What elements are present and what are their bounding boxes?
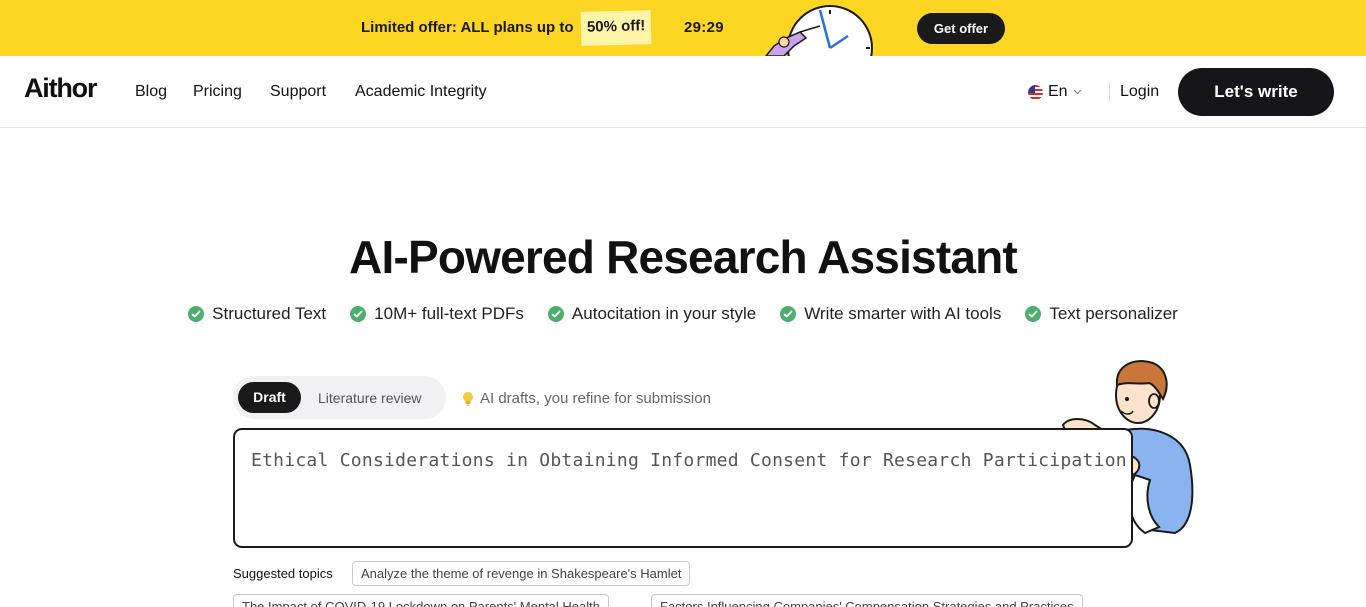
check-circle-icon [547,306,564,322]
feature-label: Write smarter with AI tools [804,304,1002,323]
feature-label: 10M+ full-text PDFs [374,304,524,323]
feature-item: Write smarter with AI tools [780,304,1001,324]
lets-write-button[interactable]: Let's write [1178,68,1334,116]
get-offer-button[interactable]: Get offer [917,13,1005,44]
nav-divider [1109,82,1110,102]
check-circle-icon [188,306,205,322]
hint-text: AI drafts, you refine for submission [480,390,711,407]
promo-banner: Limited offer: ALL plans up to 50% off! … [0,0,1366,56]
language-label: En [1048,83,1068,100]
language-selector[interactable]: En [1028,82,1082,102]
feature-label: Text personalizer [1049,304,1178,323]
topic-input-value: Ethical Considerations in Obtaining Info… [251,450,1127,471]
nav-link-pricing[interactable]: Pricing [193,83,242,101]
check-circle-icon [1025,306,1042,322]
offer-text: Limited offer: ALL plans up to [361,19,574,36]
tab-literature-review[interactable]: Literature review [318,390,422,406]
topic-chip[interactable]: The Impact of COVID-19 Lockdown on Paren… [233,594,609,607]
feature-label: Structured Text [212,304,327,323]
feature-label: Autocitation in your style [571,304,757,323]
nav-link-academic-integrity[interactable]: Academic Integrity [355,83,487,101]
login-link[interactable]: Login [1120,83,1159,101]
us-flag-icon [1028,84,1043,100]
countdown-timer: 29:29 [684,19,724,36]
suggested-topics-label: Suggested topics [233,566,333,581]
clock-icon [765,5,873,56]
topic-chip[interactable]: Analyze the theme of revenge in Shakespe… [352,561,691,586]
nav-link-blog[interactable]: Blog [135,83,167,101]
mode-tabs: Draft Literature review [233,376,446,419]
logo[interactable]: Aithor [24,73,98,104]
feature-item: Autocitation in your style [547,304,757,324]
feature-item: Text personalizer [1025,304,1178,324]
top-nav: Aithor Blog Pricing Support Academic Int… [0,56,1366,128]
nav-link-support[interactable]: Support [270,83,326,101]
chevron-down-icon [1073,89,1082,95]
topic-input[interactable]: Ethical Considerations in Obtaining Info… [233,428,1133,548]
check-circle-icon [780,306,797,322]
feature-item: 10M+ full-text PDFs [350,304,524,324]
lightbulb-icon [463,391,473,406]
topic-chip[interactable]: Factors Influencing Companies' Compensat… [651,594,1083,607]
tab-draft[interactable]: Draft [238,382,301,413]
feature-list: Structured Text 10M+ full-text PDFs Auto… [0,304,1366,324]
check-circle-icon [350,306,367,322]
page-title: AI-Powered Research Assistant [349,231,1018,283]
feature-item: Structured Text [188,304,326,324]
mode-hint: AI drafts, you refine for submission [462,390,711,407]
discount-badge: 50% off! [580,10,652,46]
